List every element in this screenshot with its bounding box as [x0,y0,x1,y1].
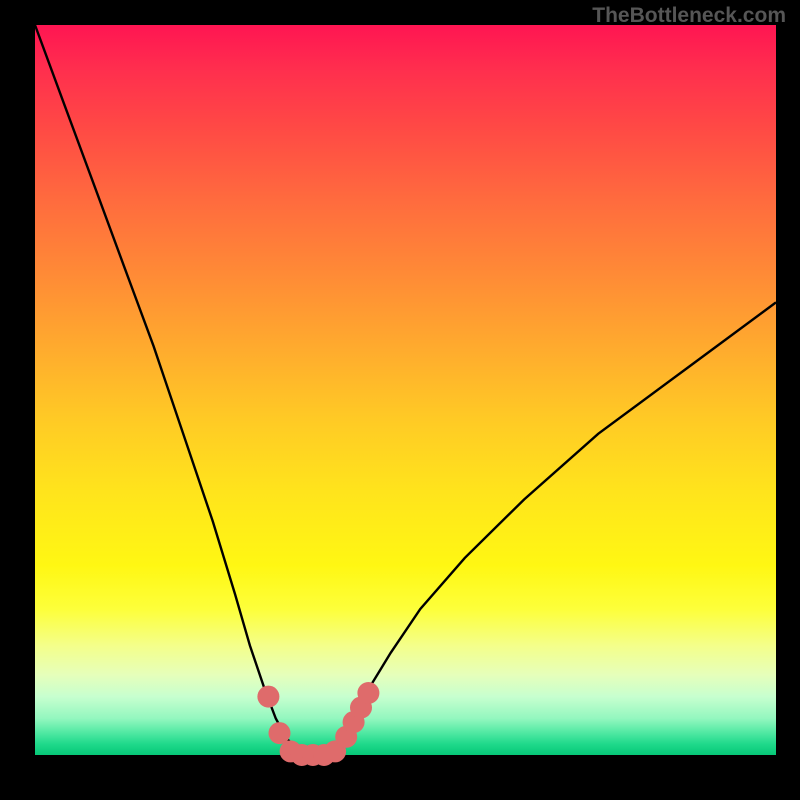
attribution-text: TheBottleneck.com [592,4,786,28]
marker-point [257,686,279,708]
marker-points [257,682,379,766]
marker-point [357,682,379,704]
chart-container: TheBottleneck.com [0,0,800,800]
marker-point [269,722,291,744]
bottleneck-curve [35,25,776,755]
curve-layer [0,0,800,800]
